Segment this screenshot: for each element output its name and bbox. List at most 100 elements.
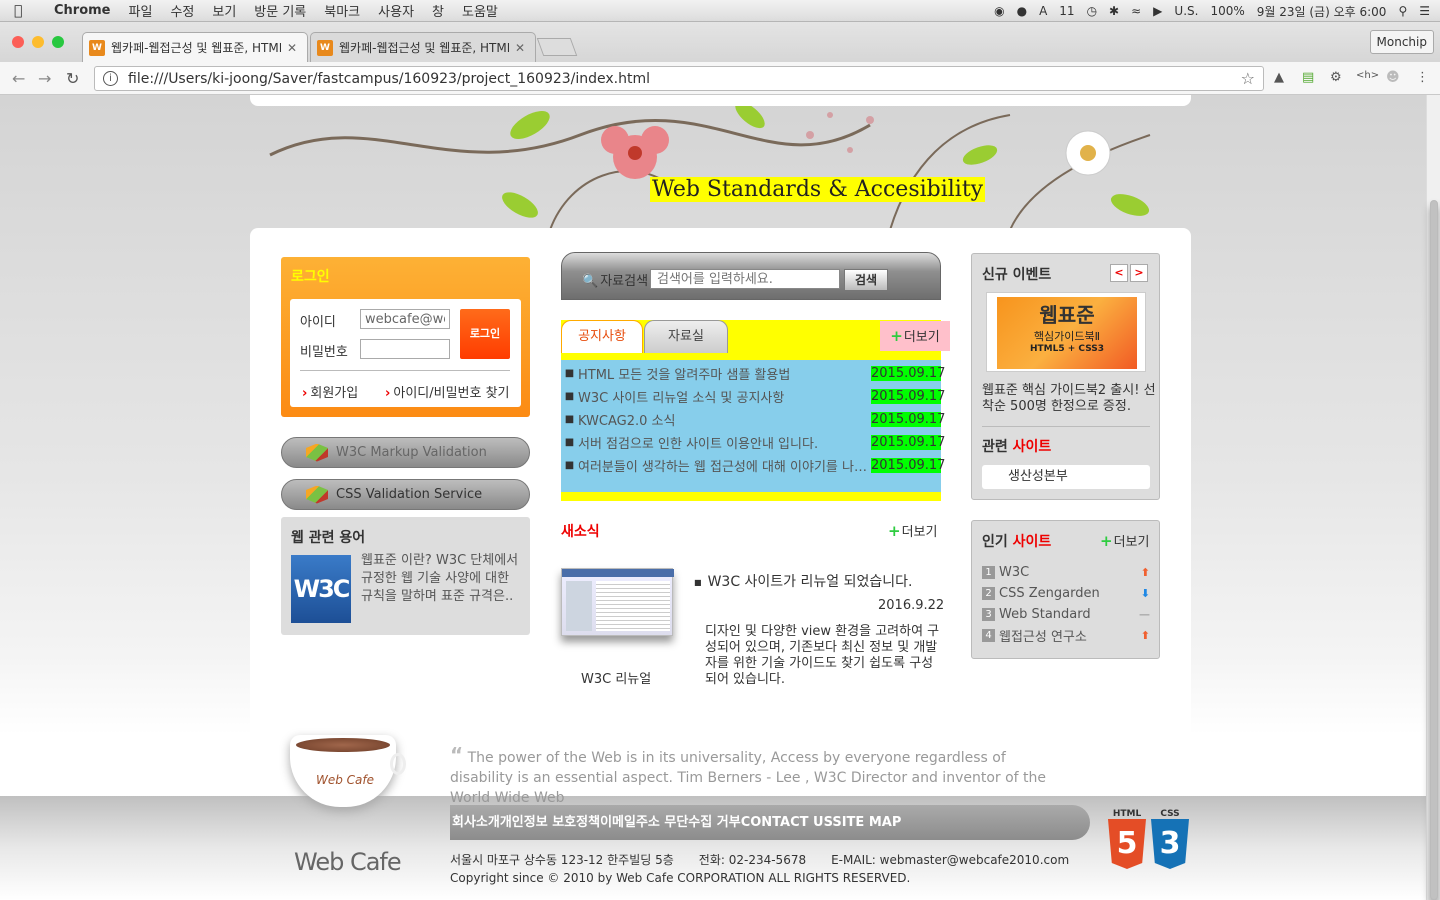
bullet-icon: ■ bbox=[564, 368, 575, 379]
html-extension-icon[interactable]: <h> bbox=[1356, 70, 1379, 81]
close-tab-icon[interactable]: ✕ bbox=[515, 41, 525, 55]
bookmark-star-icon[interactable]: ☆ bbox=[1241, 69, 1255, 88]
w3c-markup-validation-button[interactable]: W3C Markup Validation bbox=[281, 437, 530, 468]
chevron-right-icon[interactable]: > bbox=[1130, 264, 1148, 282]
info-icon[interactable]: i bbox=[103, 71, 118, 86]
bullet-icon: ■ bbox=[564, 391, 575, 402]
extension-icon[interactable]: ▤ bbox=[1302, 70, 1314, 85]
list-item[interactable]: 3 Web Standard — bbox=[982, 604, 1150, 624]
notice-panel: 공지사항 자료실 +더보기 ■ HTML 모든 것을 알려주마 샘플 활용법 201… bbox=[561, 320, 950, 501]
list-item[interactable]: 1 W3C ⬆ bbox=[982, 562, 1150, 582]
event-text[interactable]: 웹표준 핵심 가이드북2 출시! 선착순 500명 한정으로 증정. bbox=[982, 383, 1157, 415]
notification-icon[interactable]: ☰ bbox=[1419, 4, 1430, 18]
battery-percent[interactable]: 100% bbox=[1210, 4, 1244, 18]
footer-link-sitemap[interactable]: SITE MAP bbox=[832, 815, 901, 830]
user-extension-icon[interactable]: ☻ bbox=[1386, 70, 1400, 85]
menu-app-name[interactable]: Chrome bbox=[54, 3, 111, 18]
notice-more-link[interactable]: +더보기 bbox=[880, 321, 950, 351]
footer-link-email-policy[interactable]: 이메일주소 무단수집 거부 bbox=[600, 815, 741, 830]
menu-history[interactable]: 방문 기록 bbox=[254, 1, 306, 20]
login-button[interactable]: 로그인 bbox=[460, 309, 510, 359]
related-site-select[interactable]: 생산성본부 bbox=[982, 465, 1150, 489]
validation-label: CSS Validation Service bbox=[336, 487, 483, 502]
join-link[interactable]: › 회원가입 bbox=[302, 382, 358, 401]
spotlight-icon[interactable]: ⚲ bbox=[1398, 4, 1407, 18]
list-item[interactable]: ■ HTML 모든 것을 알려주마 샘플 활용법 2015.09.17 bbox=[561, 362, 945, 385]
menu-edit[interactable]: 수정 bbox=[170, 1, 194, 20]
footer-link-privacy[interactable]: 개인정보 보호정책 bbox=[500, 815, 600, 830]
close-window-button[interactable] bbox=[12, 36, 24, 48]
chat-icon[interactable]: ● bbox=[1017, 4, 1027, 18]
event-banner[interactable]: 웹표준 핵심가이드북Ⅱ HTML5 + CSS3 bbox=[986, 292, 1146, 372]
site-name: CSS Zengarden bbox=[999, 585, 1100, 601]
list-item[interactable]: ■ KWCAG2.0 소식 2015.09.17 bbox=[561, 408, 945, 431]
css-validation-button[interactable]: CSS Validation Service bbox=[281, 479, 530, 510]
related-sites-title: 관련 사이트 bbox=[982, 439, 1052, 455]
wifi-icon[interactable]: ≈ bbox=[1131, 4, 1141, 18]
search-label-text: 자료검색 bbox=[600, 274, 649, 289]
search-button[interactable]: 검색 bbox=[844, 269, 888, 291]
vertical-scrollbar[interactable] bbox=[1426, 95, 1440, 900]
header-top-strip bbox=[250, 95, 1191, 106]
list-item[interactable]: 2 CSS Zengarden ⬇ bbox=[982, 583, 1150, 603]
tab-active[interactable]: W 웹카페-웹접근성 및 웹표준, HTML5 ✕ bbox=[82, 32, 308, 62]
id-input[interactable] bbox=[360, 309, 450, 329]
input-source[interactable]: U.S. bbox=[1174, 4, 1198, 18]
notice-title: KWCAG2.0 소식 bbox=[578, 414, 676, 429]
popular-more-link[interactable]: +더보기 bbox=[1100, 531, 1149, 550]
footer-link-about[interactable]: 회사소개 bbox=[452, 815, 500, 830]
menu-help[interactable]: 도움말 bbox=[462, 1, 498, 20]
time-machine-icon[interactable]: ◷ bbox=[1087, 4, 1097, 18]
footer-link-contact[interactable]: CONTACT US bbox=[741, 815, 833, 830]
chevron-left-icon[interactable]: < bbox=[1110, 264, 1128, 282]
volume-icon[interactable]: ▶ bbox=[1153, 4, 1162, 18]
menu-file[interactable]: 파일 bbox=[129, 1, 153, 20]
password-input[interactable] bbox=[360, 339, 450, 359]
zoom-window-button[interactable] bbox=[52, 36, 64, 48]
menu-view[interactable]: 보기 bbox=[212, 1, 236, 20]
menu-window[interactable]: 창 bbox=[432, 1, 444, 20]
chrome-menu-icon[interactable]: ⋮ bbox=[1416, 70, 1429, 85]
notice-date: 2015.09.17 bbox=[871, 458, 946, 473]
adobe-icon[interactable]: A bbox=[1039, 4, 1047, 18]
minimize-window-button[interactable] bbox=[32, 36, 44, 48]
address-bar[interactable]: i file:///Users/ki-joong/Saver/fastcampu… bbox=[94, 66, 1264, 91]
favicon-icon: W bbox=[89, 39, 105, 56]
tab-archive[interactable]: 자료실 bbox=[644, 320, 728, 353]
site-name: Web Standard bbox=[999, 606, 1091, 622]
list-item[interactable]: 4 웹접근성 연구소 ⬆ bbox=[982, 625, 1150, 645]
settings-gear-icon[interactable]: ⚙ bbox=[1330, 70, 1342, 85]
id-label: 아이디 bbox=[300, 315, 336, 330]
tab-inactive[interactable]: W 웹카페-웹접근성 및 웹표준, HTML5 ✕ bbox=[310, 32, 536, 62]
apple-icon[interactable]:  bbox=[14, 3, 36, 19]
bullet-icon: ■ bbox=[564, 414, 575, 425]
list-item[interactable]: ■ 서버 점검으로 인한 사이트 이용안내 입니다. 2015.09.17 bbox=[561, 431, 945, 454]
back-icon[interactable]: ← bbox=[12, 69, 25, 88]
site-slogan: Web Standards & Accesibility bbox=[650, 177, 986, 202]
plus-icon: + bbox=[1100, 532, 1113, 550]
bluetooth-icon[interactable]: ✱ bbox=[1109, 4, 1119, 18]
profile-button[interactable]: Monchip bbox=[1369, 30, 1434, 54]
tab-notice[interactable]: 공지사항 bbox=[561, 320, 643, 353]
terms-text[interactable]: 웹표준 이란? W3C 단체에서 규정한 웹 기술 사양에 대한 규칙을 말하며… bbox=[361, 552, 523, 606]
web-terms-box: 웹 관련 용어 W3C 웹표준 이란? W3C 단체에서 규정한 웹 기술 사양… bbox=[281, 517, 530, 635]
new-tab-button[interactable] bbox=[536, 38, 578, 56]
search-input[interactable] bbox=[650, 269, 840, 289]
list-item[interactable]: ■ 여러분들이 생각하는 웹 접근성에 대해 이야기를 나눠봐요 2015.09.1… bbox=[561, 454, 946, 477]
find-account-link[interactable]: › 아이디/비밀번호 찾기 bbox=[385, 382, 510, 401]
news-headline[interactable]: ■ W3C 사이트가 리뉴얼 되었습니다. bbox=[694, 571, 912, 591]
camera-icon[interactable]: ◉ bbox=[994, 4, 1004, 18]
forward-icon[interactable]: → bbox=[38, 69, 51, 88]
clock[interactable]: 9월 23일 (금) 오후 6:00 bbox=[1257, 3, 1387, 20]
reload-icon[interactable]: ↻ bbox=[66, 69, 79, 88]
book-tag: HTML5 + CSS3 bbox=[1029, 344, 1105, 354]
scrollbar-thumb[interactable] bbox=[1430, 200, 1438, 900]
rank-badge: 1 bbox=[982, 565, 995, 579]
drive-icon[interactable]: ▲ bbox=[1274, 70, 1284, 85]
menu-bookmarks[interactable]: 북마크 bbox=[324, 1, 360, 20]
news-thumbnail[interactable] bbox=[561, 568, 674, 636]
close-tab-icon[interactable]: ✕ bbox=[287, 41, 297, 55]
list-item[interactable]: ■ W3C 사이트 리뉴얼 소식 및 공지사항 2015.09.17 bbox=[561, 385, 945, 408]
news-more-link[interactable]: +더보기 bbox=[888, 521, 937, 540]
menu-people[interactable]: 사용자 bbox=[378, 1, 414, 20]
